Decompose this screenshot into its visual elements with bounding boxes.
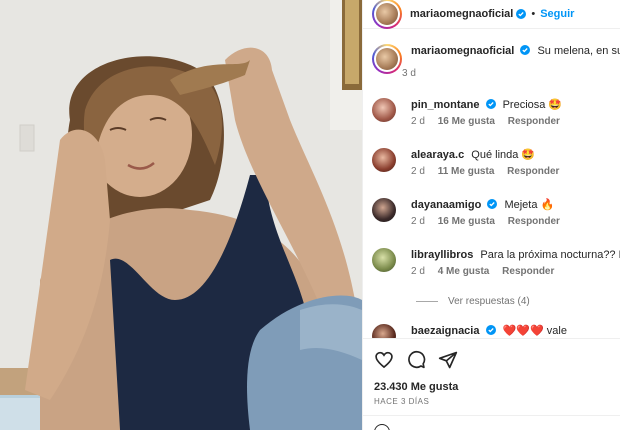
share-icon[interactable] xyxy=(438,350,458,370)
heart-icon[interactable] xyxy=(374,350,394,370)
post-actions: 23.430 Me gusta HACE 3 DÍAS xyxy=(363,338,620,430)
comment-likes[interactable]: 11 Me gusta xyxy=(438,166,495,177)
comment-text: Qué linda 🤩 xyxy=(471,149,536,161)
author-username[interactable]: mariaomegnaoficial xyxy=(410,8,513,20)
caption-time: 3 d xyxy=(402,68,416,79)
reply-button[interactable]: Responder xyxy=(508,116,560,127)
instagram-post-view: mariaomegnaoficial • Seguir mariaomegnao… xyxy=(0,0,620,430)
verified-badge-icon xyxy=(487,199,498,209)
comment-likes[interactable]: 4 Me gusta xyxy=(438,266,490,277)
comment-likes[interactable]: 16 Me gusta xyxy=(438,116,495,127)
verified-badge-icon xyxy=(520,45,531,55)
commenter-avatar[interactable] xyxy=(372,148,396,172)
follow-button[interactable]: Seguir xyxy=(540,8,574,20)
post-photo[interactable] xyxy=(0,0,362,430)
reply-button[interactable]: Responder xyxy=(502,266,554,277)
comment-likes[interactable]: 16 Me gusta xyxy=(438,216,495,227)
comment-username[interactable]: alearaya.c xyxy=(411,149,464,161)
comment-time: 2 d xyxy=(411,216,425,227)
comment-username[interactable]: librayllibros xyxy=(411,249,473,261)
comment-item: pin_montane Preciosa 🤩 2 d 16 Me gusta R… xyxy=(372,98,620,127)
reply-button[interactable]: Responder xyxy=(508,216,560,227)
comment-item: librayllibros Para la próxima nocturna??… xyxy=(372,248,620,277)
comment-input-bar xyxy=(363,415,620,430)
likes-count[interactable]: 23.430 Me gusta xyxy=(374,381,458,393)
author-avatar[interactable] xyxy=(372,0,402,29)
commenter-avatar[interactable] xyxy=(372,98,396,122)
comment-text: ❤️❤️❤️ vale xyxy=(502,325,567,337)
replies-divider xyxy=(416,301,438,302)
verified-badge-icon xyxy=(516,9,527,19)
comment-username[interactable]: pin_montane xyxy=(411,99,479,111)
posted-ago: HACE 3 DÍAS xyxy=(374,397,430,406)
comment-time: 2 d xyxy=(411,266,425,277)
comment-icon[interactable] xyxy=(406,350,426,370)
verified-badge-icon xyxy=(485,99,496,109)
post-header: mariaomegnaoficial • Seguir xyxy=(363,0,620,29)
view-replies-button[interactable]: Ver respuestas (4) xyxy=(416,296,530,307)
post-side-panel: mariaomegnaoficial • Seguir mariaomegnao… xyxy=(362,0,620,430)
header-separator: • xyxy=(531,8,536,20)
comment-time: 2 d xyxy=(411,116,425,127)
comment-time: 2 d xyxy=(411,166,425,177)
reply-button[interactable]: Responder xyxy=(507,166,559,177)
emoji-icon[interactable] xyxy=(374,424,390,430)
photo-illustration xyxy=(0,0,362,430)
comment-text: Preciosa 🤩 xyxy=(502,99,563,111)
commenter-avatar[interactable] xyxy=(372,248,396,272)
comment-username[interactable]: dayanaamigo xyxy=(411,199,481,211)
comment-item: dayanaamigo Mejeta 🔥 2 d 16 Me gusta Res… xyxy=(372,198,620,227)
commenter-avatar[interactable] xyxy=(372,198,396,222)
verified-badge-icon xyxy=(485,325,496,335)
comment-text: Mejeta 🔥 xyxy=(504,199,555,211)
view-replies-label: Ver respuestas (4) xyxy=(448,296,530,307)
caption-author-username[interactable]: mariaomegnaoficial xyxy=(411,45,514,57)
comment-text: Para la próxima nocturna?? Di qu xyxy=(480,249,620,261)
caption-author-avatar[interactable] xyxy=(372,44,402,74)
comment-item: alearaya.c Qué linda 🤩 2 d 11 Me gusta R… xyxy=(372,148,620,177)
caption-text: Su melena, en su sáb xyxy=(537,45,620,57)
comment-username[interactable]: baezaignacia xyxy=(411,325,479,337)
post-caption: mariaomegnaoficial Su melena, en su sáb … xyxy=(372,44,620,79)
